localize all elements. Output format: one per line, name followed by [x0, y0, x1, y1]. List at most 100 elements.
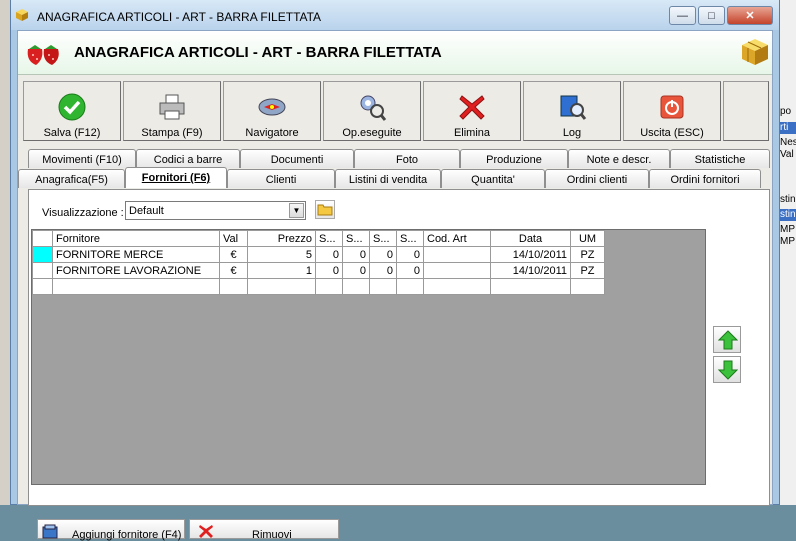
bg-label: MP [780, 236, 795, 247]
cell-um[interactable]: PZ [570, 262, 605, 279]
cell-cod-art[interactable] [423, 262, 491, 279]
row-indicator[interactable] [32, 246, 53, 263]
printer-icon [159, 94, 185, 120]
bg-label: po [780, 106, 792, 117]
move-down-button[interactable] [713, 356, 741, 383]
cell-empty[interactable] [247, 278, 316, 295]
cell-val[interactable]: € [219, 246, 248, 263]
tab-anagrafica[interactable]: Anagrafica(F5) [18, 169, 125, 188]
row-indicator[interactable] [32, 262, 53, 279]
cell-empty[interactable] [219, 278, 248, 295]
window-client-area: ANAGRAFICA ARTICOLI - ART - BARRA FILETT… [17, 30, 773, 541]
table-row[interactable]: FORNITORE MERCE € 5 0 0 0 0 14/10/2011 P… [32, 246, 605, 263]
move-up-button[interactable] [713, 326, 741, 353]
cell-s4[interactable]: 0 [396, 262, 424, 279]
minimize-button[interactable]: — [669, 6, 696, 25]
red-x-icon [199, 525, 213, 538]
maximize-button[interactable]: □ [698, 6, 725, 25]
cell-data[interactable]: 14/10/2011 [490, 262, 571, 279]
cell-fornitore[interactable]: FORNITORE LAVORAZIONE [52, 262, 220, 279]
gear-magnifier-icon [360, 95, 387, 121]
print-button[interactable]: Stampa (F9) [123, 81, 221, 141]
book-search-icon [560, 95, 587, 120]
navigator-button[interactable]: Navigatore [223, 81, 321, 141]
log-button[interactable]: Log [523, 81, 621, 141]
tab-documenti[interactable]: Documenti [240, 149, 354, 168]
cell-prezzo[interactable]: 1 [247, 262, 316, 279]
cell-empty[interactable] [315, 278, 343, 295]
cell-s3[interactable]: 0 [369, 262, 397, 279]
cell-empty[interactable] [342, 278, 370, 295]
chevron-down-icon[interactable]: ▼ [289, 203, 304, 218]
table-row[interactable]: FORNITORE LAVORAZIONE € 1 0 0 0 0 14/10/… [32, 262, 605, 279]
column-header[interactable]: S... [315, 230, 343, 247]
cell-cod-art[interactable] [423, 246, 491, 263]
indicator-header [32, 230, 53, 247]
column-header[interactable]: Cod. Art [423, 230, 491, 247]
cell-s1[interactable]: 0 [315, 246, 343, 263]
tab-foto[interactable]: Foto [354, 149, 460, 168]
column-header[interactable]: Fornitore [52, 230, 220, 247]
arrow-up-icon [718, 330, 738, 350]
tab-quantita[interactable]: Quantita' [441, 169, 545, 188]
tab-ordini-clienti[interactable]: Ordini clienti [545, 169, 649, 188]
cell-empty[interactable] [423, 278, 491, 295]
column-header[interactable]: Prezzo [247, 230, 316, 247]
delete-button[interactable]: Elimina [423, 81, 521, 141]
folder-button[interactable] [315, 200, 335, 219]
cell-s2[interactable]: 0 [342, 262, 370, 279]
column-header[interactable]: Data [490, 230, 571, 247]
tab-movimenti[interactable]: Movimenti (F10) [28, 149, 136, 168]
tab-listini-vendita[interactable]: Listini di vendita [335, 169, 441, 188]
tab-fornitori[interactable]: Fornitori (F6) [125, 167, 227, 188]
suppliers-grid: Fornitore Val Prezzo S... S... S... S...… [31, 229, 706, 485]
column-header[interactable]: S... [342, 230, 370, 247]
title-bar[interactable]: ANAGRAFICA ARTICOLI - ART - BARRA FILETT… [11, 0, 779, 30]
cell-s4[interactable]: 0 [396, 246, 424, 263]
cell-s1[interactable]: 0 [315, 262, 343, 279]
check-icon [58, 93, 86, 121]
cell-s3[interactable]: 0 [369, 246, 397, 263]
remove-button[interactable]: Rimuovi [189, 519, 339, 541]
tab-note-descr[interactable]: Note e descr. [568, 149, 670, 168]
tab-ordini-fornitori[interactable]: Ordini fornitori [649, 169, 761, 188]
save-label: Salva (F12) [43, 127, 101, 139]
tab-codici-barre[interactable]: Codici a barre [136, 149, 240, 168]
add-supplier-label: Aggiungi fornitore (F4) [72, 529, 182, 541]
cell-empty[interactable] [52, 278, 220, 295]
column-header[interactable]: Val [219, 230, 248, 247]
navigator-label: Navigatore [245, 127, 299, 139]
cell-um[interactable]: PZ [570, 246, 605, 263]
table-row-new[interactable] [32, 278, 605, 295]
tab-statistiche[interactable]: Statistiche [670, 149, 770, 168]
tab-produzione[interactable]: Produzione [460, 149, 568, 168]
operations-button[interactable]: Op.eseguite [323, 81, 421, 141]
bg-label: stin [780, 194, 796, 205]
view-select[interactable]: Default ▼ [125, 201, 306, 220]
tab-clienti[interactable]: Clienti [227, 169, 335, 188]
cell-s2[interactable]: 0 [342, 246, 370, 263]
cell-prezzo[interactable]: 5 [247, 246, 316, 263]
cell-fornitore[interactable]: FORNITORE MERCE [52, 246, 220, 263]
save-button[interactable]: Salva (F12) [23, 81, 121, 141]
cell-data[interactable]: 14/10/2011 [490, 246, 571, 263]
bg-label: rti [780, 122, 796, 134]
form-header: ANAGRAFICA ARTICOLI - ART - BARRA FILETT… [18, 31, 772, 75]
exit-button[interactable]: Uscita (ESC) [623, 81, 721, 141]
print-label: Stampa (F9) [141, 127, 203, 139]
add-supplier-button[interactable]: Aggiungi fornitore (F4) [37, 519, 185, 541]
cell-empty[interactable] [570, 278, 605, 295]
arrow-down-icon [718, 360, 738, 380]
cell-empty[interactable] [396, 278, 424, 295]
row-indicator[interactable] [32, 278, 53, 295]
column-header[interactable]: S... [396, 230, 424, 247]
cell-empty[interactable] [490, 278, 571, 295]
view-label: Visualizzazione : [42, 207, 124, 219]
column-header[interactable]: UM [570, 230, 605, 247]
folder-icon [317, 204, 333, 216]
cell-val[interactable]: € [219, 262, 248, 279]
close-button[interactable]: ✕ [727, 6, 773, 25]
column-header[interactable]: S... [369, 230, 397, 247]
cell-empty[interactable] [369, 278, 397, 295]
bg-label: stin [780, 209, 796, 221]
